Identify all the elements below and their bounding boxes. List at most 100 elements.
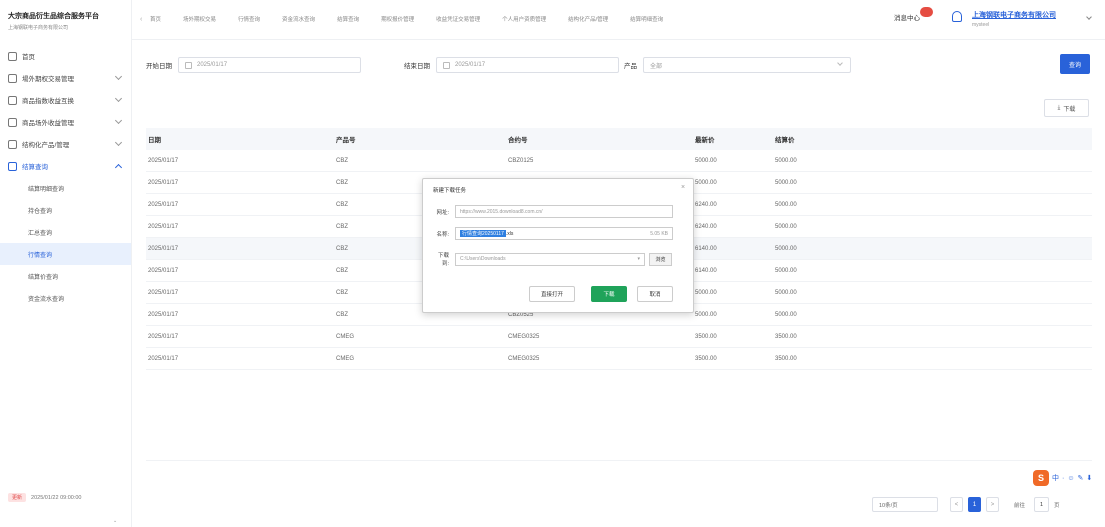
sidebar-footer: 更新 2025/01/22 09:00:00 xyxy=(8,493,81,502)
table-cell: CBZ xyxy=(336,157,348,164)
company-name[interactable]: 上海钢联电子商务有限公司 xyxy=(972,10,1056,20)
tab[interactable]: 结算查询 xyxy=(337,15,359,23)
sidebar-item-settlement[interactable]: 结算查询 xyxy=(0,155,131,177)
table-cell: 6140.00 xyxy=(695,267,717,274)
confirm-download-button[interactable]: 下载 xyxy=(591,286,627,302)
filename-input[interactable]: 行情查询20250117 .xls 5.05 KB xyxy=(455,227,673,240)
column-header: 产品号 xyxy=(336,137,356,144)
download-button[interactable]: ⤓ 下载 xyxy=(1044,99,1089,117)
download-dialog: 新建下载任务 × 网址: https://www.2015.download8.… xyxy=(422,178,694,313)
sidebar-item-home[interactable]: 首页 xyxy=(0,45,131,67)
chevron-down-icon: ▾ xyxy=(637,256,640,262)
tab[interactable]: 期权报价管理 xyxy=(381,15,414,23)
table-cell: 3500.00 xyxy=(775,333,797,340)
ime-emoji-icon[interactable]: ☺ xyxy=(1067,475,1074,482)
table-cell: 2025/01/17 xyxy=(148,201,179,208)
table-cell: CMEG xyxy=(336,333,354,340)
table-cell: 5000.00 xyxy=(775,223,797,230)
tab[interactable]: 个人用户资质管理 xyxy=(502,15,546,23)
table-divider xyxy=(146,460,1092,461)
notification-badge[interactable] xyxy=(920,7,933,17)
ime-logo-icon[interactable]: S xyxy=(1033,470,1049,486)
sidebar-item-otc-income[interactable]: 商品场外收益管理 xyxy=(0,111,131,133)
cancel-button[interactable]: 取消 xyxy=(637,286,673,302)
ime-pen-icon[interactable]: ✎ xyxy=(1078,474,1084,482)
column-header: 日期 xyxy=(148,137,161,144)
sidebar-subitem-quotes[interactable]: 行情查询 xyxy=(0,243,131,265)
dialog-url-row: 网址: https://www.2015.download8.com.cn/ xyxy=(431,205,673,218)
close-icon[interactable]: × xyxy=(681,184,685,191)
tab[interactable]: 结构化产品/管理 xyxy=(568,15,608,23)
ime-punct-icon[interactable]: · xyxy=(1062,475,1064,482)
table-cell: 2025/01/17 xyxy=(148,245,179,252)
tab[interactable]: 场外期权交易 xyxy=(183,15,216,23)
message-center-link[interactable]: 消息中心 xyxy=(894,12,920,22)
column-header: 合约号 xyxy=(508,137,528,144)
update-time: 2025/01/22 09:00:00 xyxy=(31,494,82,501)
table-cell: 5000.00 xyxy=(775,289,797,296)
table-cell: 6240.00 xyxy=(695,201,717,208)
sidebar-subitem-settlement-detail[interactable]: 结算明细查询 xyxy=(0,177,131,199)
query-button[interactable]: 查询 xyxy=(1060,54,1090,74)
sidebar-subitem-summary[interactable]: 汇总查询 xyxy=(0,221,131,243)
tab[interactable]: 结算明细查询 xyxy=(630,15,663,23)
ime-mode-icon[interactable]: 中 xyxy=(1052,473,1059,483)
pagination: < 1 > 前往 1 页 xyxy=(950,497,1064,512)
chevron-down-icon[interactable] xyxy=(1086,14,1092,20)
download-dir-select[interactable]: C:\Users\Downloads ▾ xyxy=(455,252,645,266)
sidebar-subitem-cash-flow[interactable]: 资金流水查询 xyxy=(0,287,131,309)
sidebar-item-otc-options[interactable]: 場外期权交易管理 xyxy=(0,67,131,89)
tab[interactable]: 收益凭证交易管理 xyxy=(436,15,480,23)
dir-label: 下载到: xyxy=(437,253,449,267)
table-cell: 2025/01/17 xyxy=(148,355,179,362)
table-cell: 2025/01/17 xyxy=(148,311,179,318)
ime-more-icon[interactable]: ⬇ xyxy=(1086,474,1092,482)
filename-selected: 行情查询20250117 xyxy=(460,230,506,237)
tab[interactable]: 首页 xyxy=(150,15,161,23)
start-date-input[interactable]: 2025/01/17 xyxy=(178,57,361,73)
sidebar-item-structured[interactable]: 结构化产品/管理 xyxy=(0,133,131,155)
url-label: 网址: xyxy=(436,209,449,216)
table-cell: 5000.00 xyxy=(775,267,797,274)
sidebar-item-index-swap[interactable]: 商品指数收益互换 xyxy=(0,89,131,111)
page-button[interactable]: 1 xyxy=(968,497,981,512)
table-row[interactable]: 2025/01/17 CMEG CMEG0325 3500.00 3500.00 xyxy=(146,326,1092,348)
collapse-handle[interactable]: ⌄ xyxy=(113,518,117,524)
table-cell: 3500.00 xyxy=(775,355,797,362)
page-size-select[interactable]: 10条/页 xyxy=(872,497,938,512)
tab[interactable]: 资金流水查询 xyxy=(282,15,315,23)
table-header: 日期 产品号 合约号 最新价 结算价 xyxy=(146,128,1092,150)
open-directly-button[interactable]: 直接打开 xyxy=(529,286,575,302)
brand: 大宗商品衍生品综合服务平台 上海钢联电子商务有限公司 xyxy=(0,0,131,31)
table-row[interactable]: 2025/01/17 CBZ CBZ0125 5000.00 5000.00 xyxy=(146,150,1092,172)
dir-value: C:\Users\Downloads xyxy=(460,256,506,262)
end-date-input[interactable]: 2025/01/17 xyxy=(436,57,619,73)
calendar-icon xyxy=(443,61,450,69)
chevron-down-icon xyxy=(114,72,123,81)
table-cell: 2025/01/17 xyxy=(148,223,179,230)
next-page-button[interactable]: > xyxy=(986,497,999,512)
table-cell: 6240.00 xyxy=(695,223,717,230)
table-cell: 3500.00 xyxy=(695,355,717,362)
chevron-down-icon xyxy=(114,116,123,125)
goto-page-input[interactable]: 1 xyxy=(1034,497,1050,512)
browse-button[interactable]: 浏览 xyxy=(649,252,672,266)
user-icon[interactable] xyxy=(952,11,962,22)
table-row[interactable]: 2025/01/17 CMEG CMEG0325 3500.00 3500.00 xyxy=(146,348,1092,370)
product-select[interactable]: 全部 xyxy=(643,57,851,73)
chevron-down-icon xyxy=(114,94,123,103)
brand-subtitle: 上海钢联电子商务有限公司 xyxy=(8,25,69,31)
url-field[interactable]: https://www.2015.download8.com.cn/ xyxy=(455,205,673,218)
ime-toolbar: S 中 · ☺ ✎ ⬇ xyxy=(1033,470,1095,486)
chevron-left-icon[interactable]: ‹ xyxy=(140,16,142,23)
sidebar-subitem-settlement-price[interactable]: 结算价查询 xyxy=(0,265,131,287)
tab[interactable]: 行情查询 xyxy=(238,15,260,23)
settings-icon xyxy=(8,117,17,127)
download-icon: ⤓ xyxy=(1057,104,1061,111)
table-cell: 2025/01/17 xyxy=(148,289,179,296)
table-icon xyxy=(8,161,17,171)
sidebar-subitem-positions[interactable]: 持仓查询 xyxy=(0,199,131,221)
grid-icon xyxy=(8,139,17,149)
prev-page-button[interactable]: < xyxy=(950,497,963,512)
table-cell: 5000.00 xyxy=(695,157,717,164)
